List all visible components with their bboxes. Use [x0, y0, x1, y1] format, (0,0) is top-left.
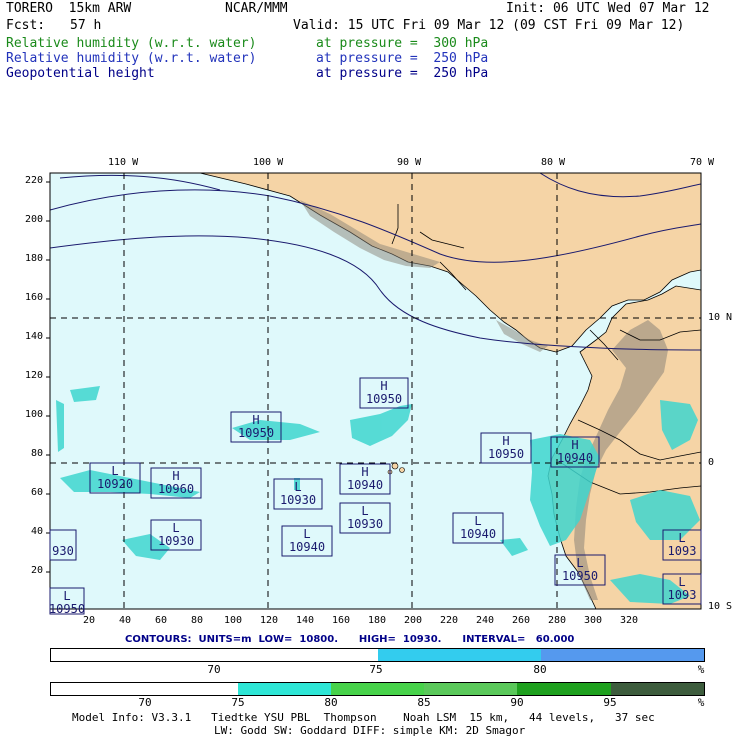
pressure-center-value: 10930	[158, 534, 194, 548]
colorbar-segment	[424, 683, 518, 695]
model-info: Model Info: V3.3.1 Tiedtke YSU PBL Thomp…	[72, 711, 655, 724]
pressure-center-value: 10920	[97, 477, 133, 491]
contour-info: CONTOURS: UNITS=m LOW= 10800. HIGH= 1093…	[125, 634, 575, 645]
pressure-center-type: L	[678, 575, 685, 589]
pressure-center-type: H	[361, 465, 368, 479]
pressure-center-type: L	[576, 556, 583, 570]
weather-map: H10950H10950H10950H10940L10920H10960 L109…	[46, 172, 702, 616]
pressure-center-type: L	[361, 504, 368, 518]
pressure-center-value: 1093	[668, 544, 697, 558]
colorbar-segment	[517, 683, 611, 695]
colorbar-300hpa	[50, 682, 705, 696]
pressure-center-type: H	[380, 379, 387, 393]
pressure-center-type: H	[571, 438, 578, 452]
colorbar-250-label: %	[697, 663, 705, 676]
colorbar-300-label: 90	[510, 696, 524, 709]
pressure-center-value: 10950	[488, 447, 524, 461]
pressure-center-value: 10940	[460, 527, 496, 541]
colorbar-segment	[330, 683, 425, 695]
pressure-center-value: 1093	[668, 588, 697, 602]
colorbar-250-label: 80	[533, 663, 547, 676]
pressure-center-value: 10940	[289, 540, 325, 554]
colorbar-segment	[237, 683, 331, 695]
pressure-center-value: 10950	[49, 602, 85, 616]
pressure-center-value: 930	[52, 544, 74, 558]
physics-info: LW: Godd SW: Goddard DIFF: simple KM: 2D…	[214, 724, 526, 737]
colorbar-300-label: %	[697, 696, 705, 709]
pressure-center-value: 10960	[158, 482, 194, 496]
colorbar-segment	[377, 649, 541, 661]
colorbar-250-label: 70	[207, 663, 221, 676]
colorbar-300-label: 95	[603, 696, 617, 709]
pressure-center-type: L	[172, 521, 179, 535]
colorbar-segment	[51, 649, 215, 661]
pressure-center-value: 10950	[562, 569, 598, 583]
pressure-center-value: 10930	[280, 493, 316, 507]
pressure-center-type: H	[502, 434, 509, 448]
colorbar-segment	[144, 683, 238, 695]
pressure-center-type: L	[678, 531, 685, 545]
pressure-center-type: L	[303, 527, 310, 541]
pressure-center-value: 10940	[347, 478, 383, 492]
colorbar-300-label: 75	[231, 696, 245, 709]
colorbar-segment	[214, 649, 378, 661]
pressure-center-value: 10950	[238, 426, 274, 440]
pressure-center-value: 10940	[557, 451, 593, 465]
colorbar-300-label: 70	[138, 696, 152, 709]
pressure-center-type: L	[63, 589, 70, 603]
pressure-center-value: 10930	[347, 517, 383, 531]
pressure-center-value: 10950	[366, 392, 402, 406]
pressure-center-type: L	[294, 480, 301, 494]
pressure-center-type: H	[172, 469, 179, 483]
colorbar-250-label: 75	[369, 663, 383, 676]
colorbar-250hpa	[50, 648, 705, 662]
colorbar-segment	[540, 649, 704, 661]
colorbar-segment	[610, 683, 704, 695]
colorbar-300-label: 80	[324, 696, 338, 709]
pressure-center-type: H	[252, 413, 259, 427]
colorbar-segment	[51, 683, 145, 695]
pressure-center-type: L	[474, 514, 481, 528]
colorbar-300-label: 85	[417, 696, 431, 709]
pressure-center-type: L	[111, 464, 118, 478]
